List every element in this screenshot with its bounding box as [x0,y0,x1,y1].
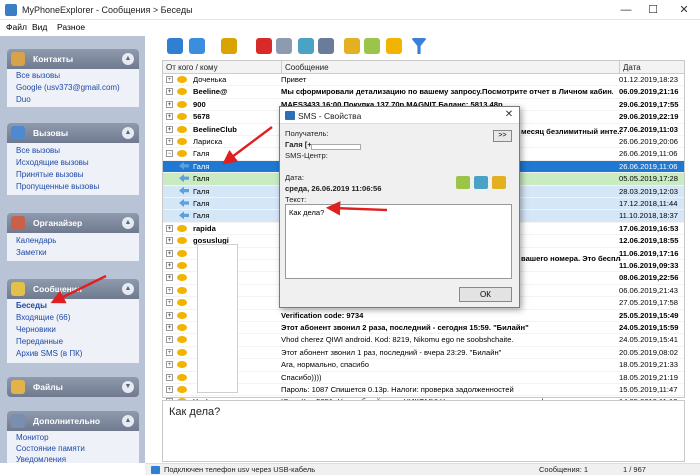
arrow-to-conversations [50,274,107,304]
arrow-to-message-text [325,201,388,216]
annotation-arrows [50,126,388,304]
arrow-to-selected-message [222,126,273,165]
